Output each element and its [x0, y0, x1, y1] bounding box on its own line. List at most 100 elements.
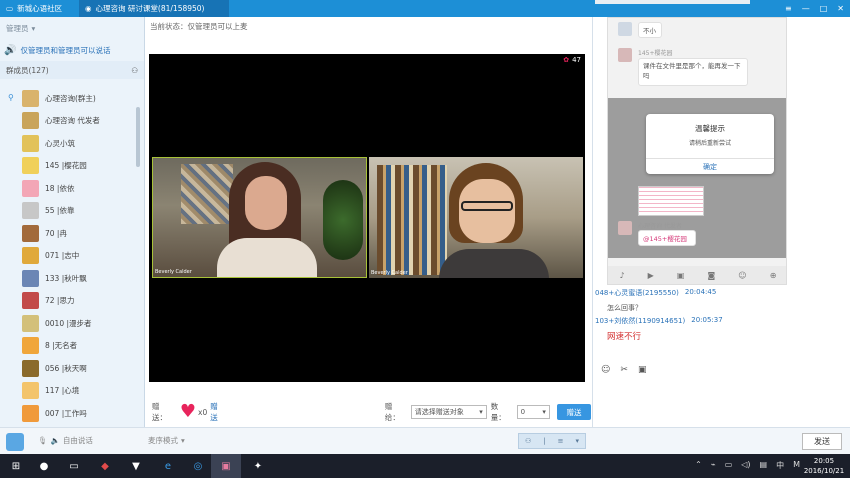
- heart-gift-icon[interactable]: ♥: [180, 403, 196, 421]
- chevron-up-icon[interactable]: ⌃: [695, 460, 702, 471]
- member-list[interactable]: ⚲ 心理咨询(群主) 心理咨询 代发者心灵小筑 145 |樱花园 18 |依依 55 |依…: [0, 87, 145, 427]
- speak-notice: 🔊 仅管理员和管理员可以说话: [0, 39, 144, 61]
- chat-sender[interactable]: 048+心灵蜜语(2195550): [595, 288, 679, 300]
- menu-icon[interactable]: ≡: [785, 4, 792, 13]
- member-name: 117 |心境: [45, 386, 80, 396]
- phone-image-thumb: [638, 186, 704, 216]
- mic-mode[interactable]: 麦序模式 ▾: [148, 435, 185, 446]
- send-button[interactable]: 发送: [802, 433, 842, 450]
- video-area: ✿ 47 Beverly Calder Beverly Calder: [149, 54, 585, 382]
- video2-label: Beverly Calder: [371, 270, 408, 276]
- gift-send-link[interactable]: 赠送: [210, 401, 225, 423]
- network-icon[interactable]: ⌁: [711, 460, 716, 471]
- chat-app-icon[interactable]: ▣: [218, 458, 234, 474]
- gift-label: 赠送：: [152, 402, 167, 422]
- member-name: 心理咨询(群主): [45, 93, 96, 103]
- video-feed-host[interactable]: Beverly Calder: [152, 157, 367, 278]
- tab-classroom-label: 心理咨询 研讨课堂(81/158950): [95, 4, 205, 13]
- chat-message-header: 048+心灵蜜语(2195550) 20:04:45: [595, 288, 849, 300]
- member-panel: 管理员 ▾ 🔊 仅管理员和管理员可以说话 群成员(127) ⚇ ⚲ 心理咨询(群主…: [0, 17, 145, 427]
- member-item[interactable]: 72 |思力: [0, 290, 145, 313]
- maximize-icon[interactable]: □: [820, 4, 828, 13]
- avatar: [22, 89, 39, 107]
- tab-community[interactable]: ▭ 新城心语社区: [0, 0, 76, 17]
- member-item[interactable]: 117 |心境: [0, 380, 145, 403]
- search-member-icon[interactable]: ⚇: [131, 66, 138, 75]
- emoji-icon[interactable]: ☺: [601, 365, 610, 375]
- phone-input-bar: ♪ ▶ ▣ ◙ ☺ ⊕: [608, 266, 786, 284]
- member-item[interactable]: 0010 |漫步者: [0, 312, 145, 335]
- member-item[interactable]: 056 |秋天啊: [0, 357, 145, 380]
- member-item[interactable]: 18 |依依: [0, 177, 145, 200]
- qq-browser-icon[interactable]: ◎: [190, 458, 206, 474]
- gift-target-select[interactable]: 请选择赠送对象 ▾: [410, 405, 487, 419]
- phone-dialog-text: 请稍后重新尝试: [688, 140, 731, 147]
- clock[interactable]: 20:05 2016/10/21: [802, 456, 846, 476]
- viewer-count: 47: [572, 56, 581, 64]
- member-name: 056 |秋天啊: [45, 363, 87, 373]
- plant: [323, 180, 363, 260]
- close-icon[interactable]: ✕: [837, 4, 844, 13]
- avatar: [22, 179, 39, 197]
- member-item[interactable]: ⚲ 心理咨询(群主): [0, 87, 145, 110]
- phone-sender-2: 心理咨询 代发者: [638, 223, 682, 230]
- phone-bubble-3: @145+樱花园: [638, 230, 696, 246]
- member-item[interactable]: 心灵小筑: [0, 132, 145, 155]
- emoji-icon: ☺: [738, 270, 747, 280]
- ime-mode[interactable]: M: [793, 460, 800, 471]
- voice-toggle[interactable]: 🎙 🔈 自由说话: [38, 435, 93, 446]
- app-chevron-icon[interactable]: ◆: [97, 458, 113, 474]
- battery-icon[interactable]: ▭: [725, 460, 733, 471]
- task-view-icon[interactable]: ▭: [66, 458, 82, 474]
- edge-icon[interactable]: e: [160, 458, 176, 474]
- chat-message-text: 怎么回事？: [607, 304, 642, 312]
- app-logo-icon[interactable]: [6, 433, 24, 451]
- scissors-icon[interactable]: ✂: [620, 365, 628, 375]
- minimize-icon[interactable]: —: [802, 4, 810, 13]
- flower-icon: ✿: [563, 56, 570, 64]
- windows-start-icon[interactable]: ⊞: [8, 458, 24, 474]
- gift-target-value: 请选择赠送对象: [414, 408, 464, 416]
- member-name: 145 |樱花园: [45, 161, 87, 171]
- member-item[interactable]: 007 |工作吗: [0, 402, 145, 425]
- member-name: 心灵小筑: [45, 138, 75, 148]
- chat-sender[interactable]: 103+刘依然(1190914651): [595, 316, 685, 328]
- speaker-icon: 🔊: [4, 44, 17, 56]
- send-gift-button[interactable]: 赠送: [556, 404, 591, 420]
- title-dropdown-panel: [595, 0, 750, 4]
- member-item[interactable]: 心理咨询 代发者: [0, 110, 145, 133]
- avatar: [22, 382, 39, 400]
- member-item[interactable]: 071 |志中: [0, 245, 145, 268]
- cortana-icon[interactable]: ●: [36, 458, 52, 474]
- phone-avatar: [618, 22, 632, 36]
- member-name: 72 |思力: [45, 296, 75, 306]
- windows-taskbar: ⊞ ● ▭ ◆ ▼ e ◎ ▣ ✦ ⌃ ⌁ ▭ ◁) ▤ 中 M 20:05 2…: [0, 454, 850, 478]
- classroom-app-icon[interactable]: ✦: [250, 458, 266, 474]
- phone-bubble-2: 课件在文件里是那个，能再发一下吗: [638, 58, 748, 86]
- guest-face: [459, 179, 515, 243]
- wall-photos: [181, 164, 233, 224]
- member-item[interactable]: 133 |秋叶飘: [0, 267, 145, 290]
- member-item[interactable]: 70 |冉: [0, 222, 145, 245]
- tab-classroom[interactable]: ◉ 心理咨询 研讨课堂(81/158950): [79, 0, 229, 17]
- avatar: [22, 314, 39, 332]
- message-icon[interactable]: ▤: [760, 460, 768, 471]
- qty-value: 0: [520, 408, 526, 416]
- member-item[interactable]: 55 |依靠: [0, 200, 145, 223]
- avatar: [22, 359, 39, 377]
- avatar: [22, 292, 39, 310]
- volume-icon[interactable]: ◁): [741, 460, 750, 471]
- member-item[interactable]: 145 |樱花园: [0, 155, 145, 178]
- mic-queue-controls[interactable]: ⚇ | ≡ ▾: [518, 433, 586, 449]
- plus-icon: ⊕: [769, 270, 777, 280]
- image-icon[interactable]: ▣: [638, 365, 647, 375]
- role-dropdown[interactable]: 管理员 ▾: [0, 17, 144, 39]
- ime-label[interactable]: 中: [776, 460, 784, 471]
- video-feed-guest[interactable]: Beverly Calder: [369, 157, 583, 278]
- qty-select[interactable]: 0 ▾: [516, 405, 550, 419]
- chat-time: 20:05:37: [691, 316, 723, 324]
- app-mask-icon[interactable]: ▼: [128, 458, 144, 474]
- member-item[interactable]: 8 |无名者: [0, 335, 145, 358]
- member-list-scrollbar[interactable]: [136, 107, 140, 167]
- member-name: 007 |工作吗: [45, 408, 87, 418]
